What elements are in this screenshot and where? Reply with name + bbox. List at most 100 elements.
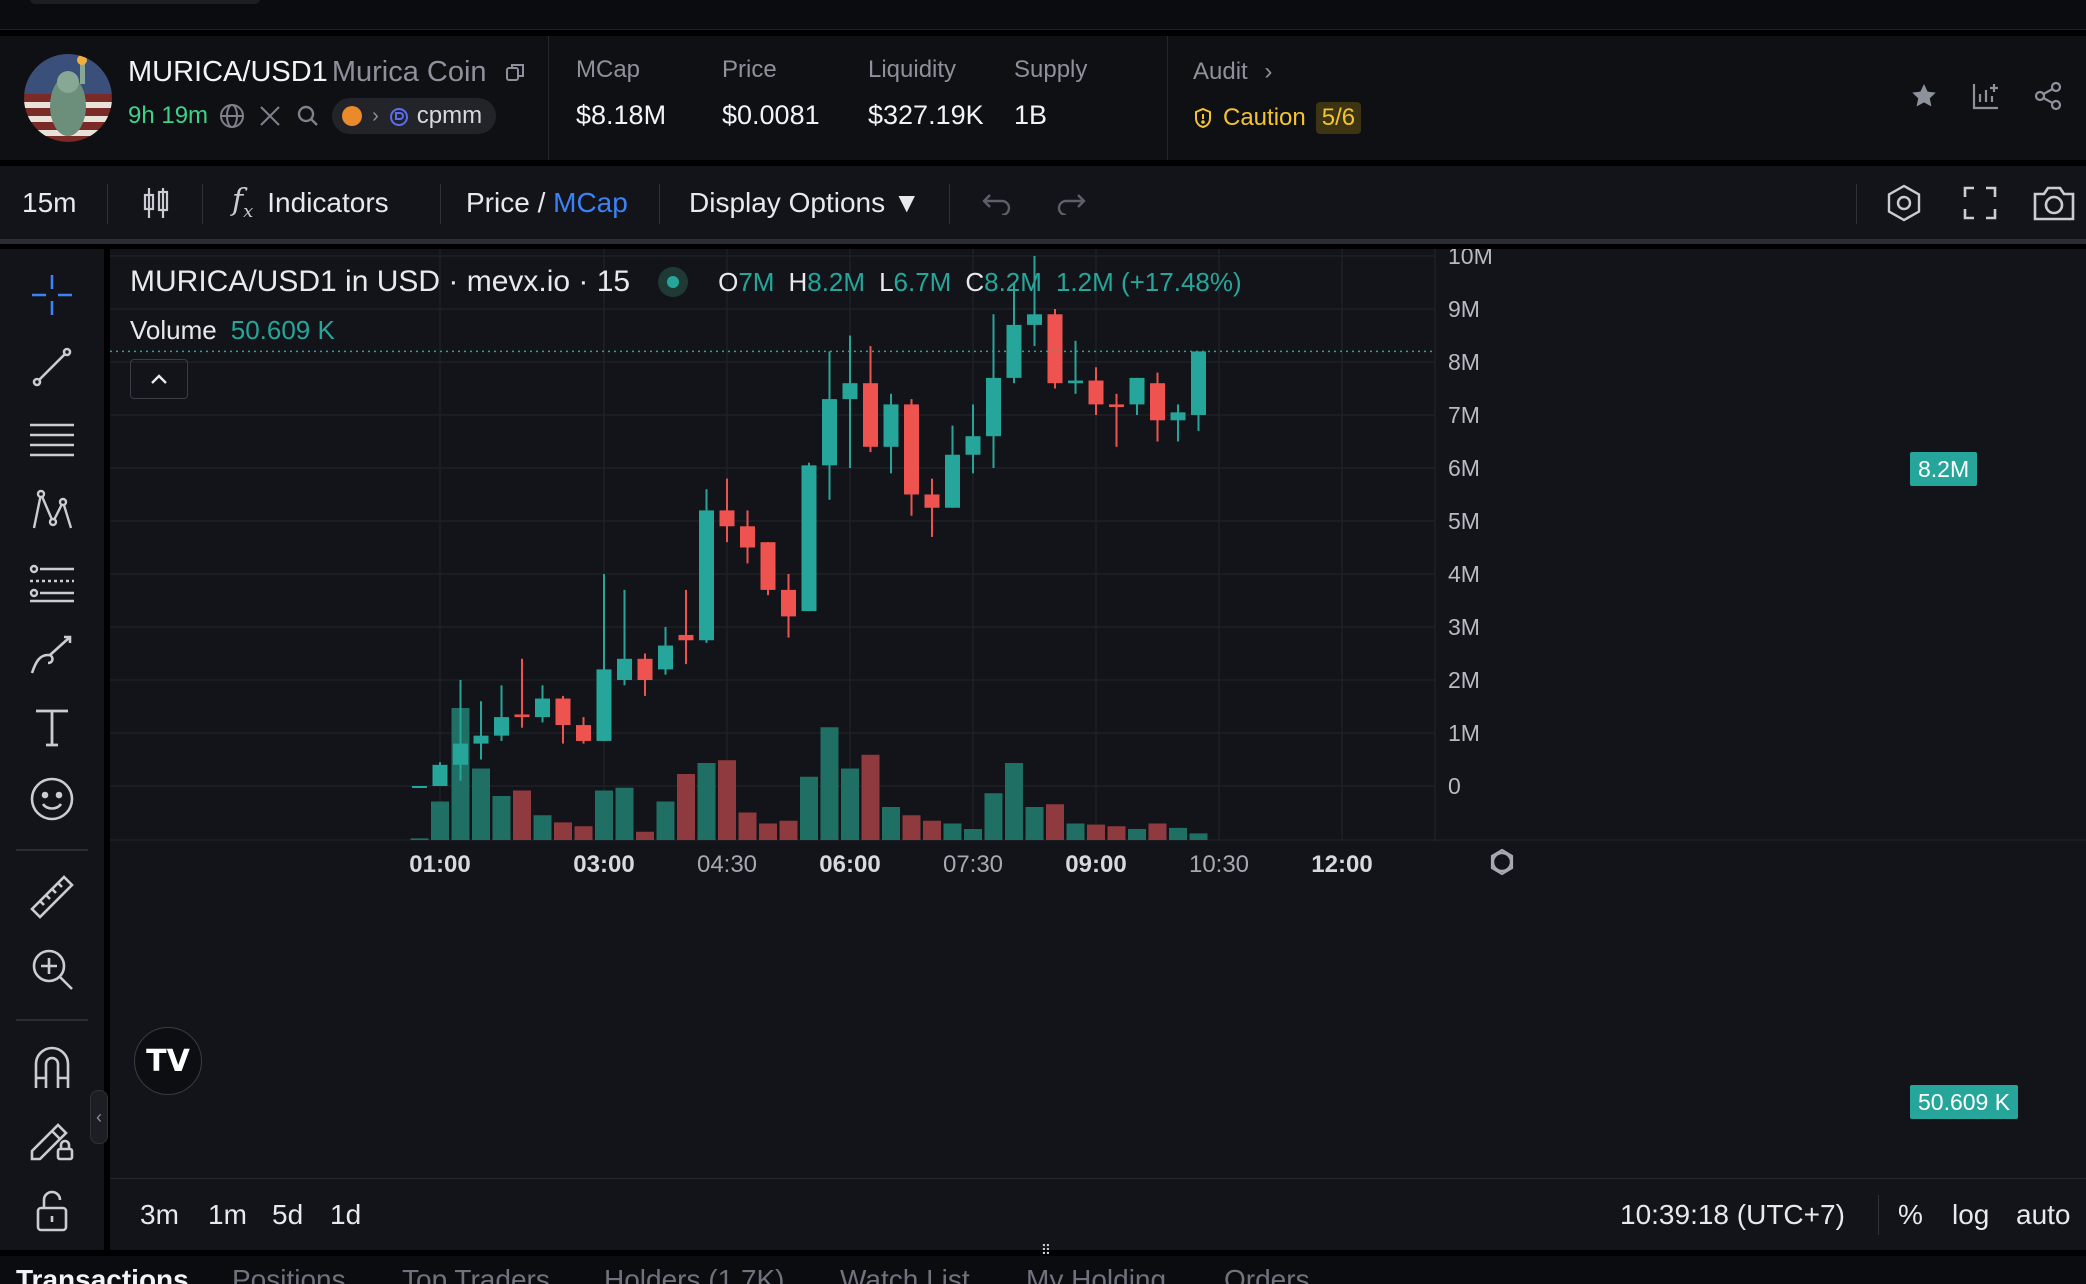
fib-icon[interactable] [24, 411, 80, 467]
range-1d-button[interactable]: 1d [330, 1179, 361, 1251]
x-tick-label: 04:30 [697, 851, 757, 878]
live-status-icon [658, 267, 689, 297]
candle-body [453, 743, 468, 765]
volume-bar [1107, 826, 1126, 840]
ohlc-value: 6.7M [893, 266, 952, 297]
star-icon[interactable] [1908, 80, 1940, 112]
caution-status[interactable]: Caution 5/6 [1193, 102, 1362, 134]
volume-bar [964, 829, 982, 840]
collapse-toolbar-tab[interactable]: ‹ [90, 1090, 108, 1144]
candle-body [842, 383, 858, 400]
candle-body [965, 436, 981, 455]
trendline-icon[interactable] [24, 339, 80, 395]
share-icon[interactable] [2032, 80, 2064, 112]
candle-body [658, 645, 673, 670]
legend-collapse-button[interactable] [130, 359, 188, 399]
camera-icon[interactable] [2032, 166, 2076, 239]
settings-icon[interactable] [1884, 166, 1924, 239]
token-symbol: MURICA/USD1 [128, 56, 328, 88]
display-options-button[interactable]: Display Options ▼ [689, 166, 921, 239]
percent-toggle[interactable]: % [1898, 1179, 1923, 1251]
x-icon[interactable] [256, 102, 284, 130]
tab-watch-list[interactable]: Watch List [840, 1264, 970, 1284]
ohlc-value: 8.2M [984, 266, 1042, 297]
candle-body [781, 589, 796, 617]
lock-draw-icon[interactable] [24, 1111, 80, 1167]
token-pair-title: MURICA/USD1 Murica Coin [128, 56, 525, 89]
price-label: Price / [466, 186, 546, 218]
token-name: Murica Coin [331, 56, 487, 88]
crosshair-icon[interactable] [24, 267, 80, 323]
x-axis[interactable]: 01:00 03:00 04:30 06:00 07:30 09:00 10:30 12:00 [409, 848, 1514, 878]
header-actions [1908, 80, 2064, 112]
log-toggle[interactable]: log [1952, 1179, 1989, 1251]
volume-bar [841, 768, 859, 840]
candle-body [760, 542, 776, 590]
redo-icon[interactable] [1056, 166, 1088, 239]
ohlc-key: O [718, 266, 739, 297]
ruler-icon[interactable] [24, 869, 80, 925]
unlock-icon[interactable] [24, 1183, 80, 1239]
tab-positions[interactable]: Positions [232, 1264, 346, 1284]
volume-bar [472, 768, 490, 840]
axis-settings-icon [1491, 851, 1513, 873]
range-3m-button[interactable]: 3m [140, 1179, 179, 1251]
projection-icon[interactable] [24, 555, 80, 611]
candle-body [1191, 351, 1206, 415]
y-tick-label: 0 [1448, 773, 1461, 799]
magnet-icon[interactable] [24, 1039, 80, 1095]
candlestick-chart[interactable]: 11M10M9M8M7M6M5M4M3M2M1M0 01:0003:0004:3… [110, 249, 2086, 1178]
text-icon[interactable] [24, 699, 80, 755]
undo-icon[interactable] [980, 166, 1012, 239]
range-1m-button[interactable]: 1m [208, 1179, 247, 1251]
copy-icon[interactable] [505, 57, 525, 81]
auto-toggle[interactable]: auto [2016, 1179, 2071, 1251]
audit-link[interactable]: Audit › [1193, 58, 1272, 86]
ohlc-key: H [788, 266, 808, 297]
emoji-icon[interactable] [24, 771, 80, 827]
chart-legend: MURICA/USD1 in USD · mevx.io · 15 O7M H 8… [130, 265, 1242, 299]
candle-body [740, 526, 755, 548]
legend-title: MURICA/USD1 in USD · mevx.io · 15 [130, 265, 631, 298]
interval-button[interactable]: 15m [22, 166, 76, 239]
volume-bar [1066, 823, 1085, 840]
stat-price: Price $0.0081 [722, 56, 820, 131]
fullscreen-icon[interactable] [1962, 166, 1998, 239]
volume-bar [492, 796, 511, 840]
y-tick-label: 3M [1448, 614, 1480, 640]
volume-bar [1189, 833, 1208, 840]
dex-pool-chip[interactable]: › cpmm [332, 98, 497, 134]
resize-handle-icon[interactable]: ⠿ [1032, 1242, 1060, 1258]
ohlc-key: C [965, 266, 985, 297]
tab-orders[interactable]: Orders [1224, 1264, 1310, 1284]
range-5d-button[interactable]: 5d [272, 1179, 303, 1251]
stat-label: MCap [576, 56, 641, 83]
token-avatar[interactable] [24, 54, 112, 142]
tab-holders[interactable]: Holders (1.7K) [604, 1264, 785, 1284]
volume-bar [923, 820, 941, 840]
zoom-in-icon[interactable] [24, 941, 80, 997]
tradingview-logo-icon[interactable]: TV [134, 1027, 202, 1095]
chart-area[interactable]: 11M10M9M8M7M6M5M4M3M2M1M0 01:0003:0004:3… [110, 249, 2086, 1250]
candle-body [535, 698, 550, 718]
y-tick-label: 7M [1448, 402, 1480, 428]
x-tick-label: 01:00 [409, 851, 470, 878]
tab-transactions[interactable]: Transactions [16, 1264, 189, 1284]
chart-add-icon[interactable] [1970, 80, 2002, 112]
y-tick-label: 9M [1448, 296, 1480, 322]
candles-icon[interactable] [140, 166, 172, 239]
brush-icon[interactable] [24, 627, 80, 683]
clock-timezone[interactable]: 10:39:18 (UTC+7) [1620, 1179, 1845, 1251]
search-icon[interactable] [294, 102, 322, 130]
stat-supply: Supply 1B [1014, 56, 1087, 131]
price-mcap-toggle[interactable]: Price / MCap [466, 166, 628, 239]
tab-my-holding[interactable]: My Holding [1026, 1264, 1166, 1284]
tab-top-traders[interactable]: Top Traders [402, 1264, 550, 1284]
y-axis[interactable]: 11M10M9M8M7M6M5M4M3M2M1M0 [1448, 249, 1493, 799]
pattern-icon[interactable] [24, 483, 80, 539]
bottom-divider [1878, 1195, 1879, 1235]
token-age: 9h 19m [128, 102, 209, 129]
ohlc-value: 7M [738, 266, 775, 297]
indicators-button[interactable]: fx Indicators [232, 166, 389, 239]
globe-icon[interactable] [218, 102, 246, 130]
